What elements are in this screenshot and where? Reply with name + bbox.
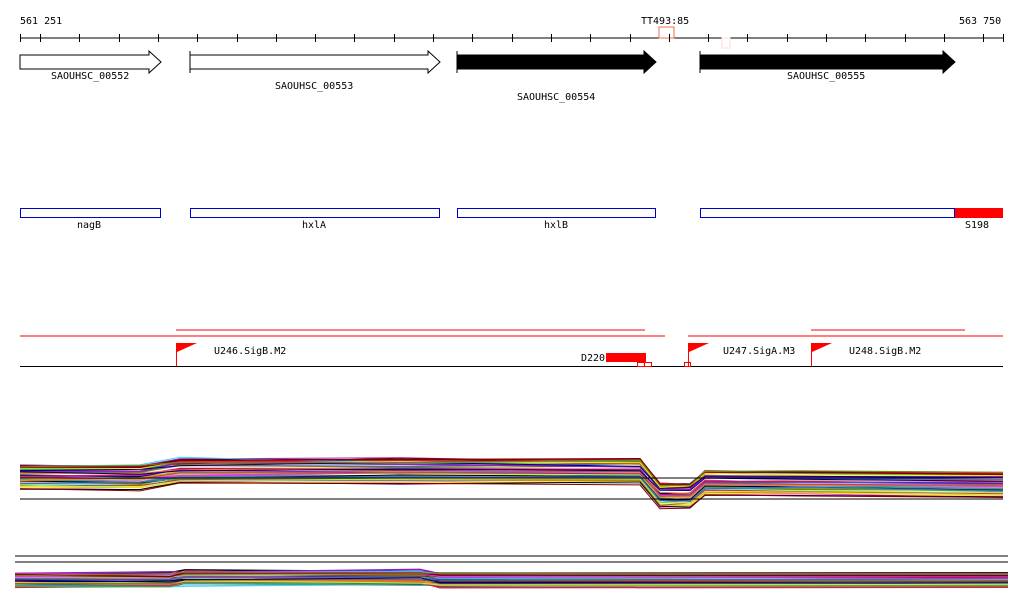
marker-box-faint[interactable] (721, 37, 731, 49)
promoter-U248[interactable]: U248.SigB.M2 (811, 343, 922, 366)
genome-browser-canvas[interactable]: 561 251 563 750 TT493:85 SAOUHSC_00552 S… (0, 0, 1024, 611)
gene-SAOUHSC_00553[interactable]: SAOUHSC_00553 (189, 49, 441, 92)
promoter-U246[interactable]: U246.SigB.M2 (176, 343, 287, 366)
ruler-end-label: 563 750 (959, 16, 1001, 27)
gene-label: SAOUHSC_00552 (51, 71, 129, 82)
terminator-label: D220 (581, 353, 605, 364)
feature-track: nagB hxlA hxlB S198 (20, 208, 1003, 231)
promoter-label: U247.SigA.M3 (723, 346, 795, 357)
coordinate-ruler: 561 251 563 750 TT493:85 (20, 16, 1004, 49)
feature-hxlB[interactable] (457, 208, 656, 218)
gene-label: SAOUHSC_00555 (787, 71, 865, 82)
feature-label: hxlA (302, 220, 326, 231)
gene-SAOUHSC_00555[interactable]: SAOUHSC_00555 (699, 49, 956, 82)
regulatory-track: U246.SigB.M2 U247.SigA.M3 U248.SigB.M2 D… (20, 329, 1003, 367)
ruler-start-label: 561 251 (20, 16, 62, 27)
marker-box[interactable] (658, 26, 675, 39)
feature-hxlA[interactable] (190, 208, 440, 218)
promoter-label: U248.SigB.M2 (849, 346, 921, 357)
feature-label: hxlB (544, 220, 568, 231)
expression-profile-plot (19, 456, 1004, 510)
gene-label: SAOUHSC_00553 (275, 81, 353, 92)
feature-unnamed[interactable] (700, 208, 955, 218)
promoter-label: U246.SigB.M2 (214, 346, 286, 357)
feature-label: S198 (965, 220, 989, 231)
gene-SAOUHSC_00554[interactable]: SAOUHSC_00554 (456, 49, 657, 103)
feature-nagB[interactable] (20, 208, 161, 218)
promoter-U247[interactable]: U247.SigA.M3 (684, 343, 796, 367)
gene-SAOUHSC_00552[interactable]: SAOUHSC_00552 (19, 49, 162, 82)
gene-track: SAOUHSC_00552 SAOUHSC_00553 SAOUHSC_0055… (19, 49, 956, 103)
feature-S198[interactable] (955, 208, 1003, 218)
gene-label: SAOUHSC_00554 (517, 92, 595, 103)
expression-profile-plot-2 (14, 555, 1009, 589)
terminator-D220[interactable]: D220 (581, 353, 652, 367)
ruler-marker-label: TT493:85 (641, 16, 689, 27)
feature-label: nagB (77, 220, 101, 231)
